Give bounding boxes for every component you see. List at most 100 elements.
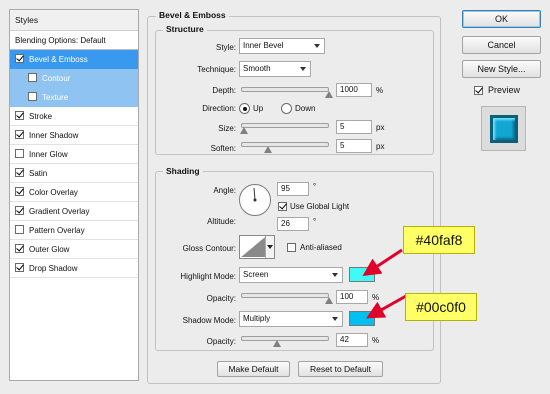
styles-item-checkbox[interactable] — [15, 206, 24, 215]
highlight-opacity-slider-thumb[interactable] — [325, 297, 333, 304]
soften-slider[interactable] — [241, 142, 329, 147]
styles-item-checkbox[interactable] — [28, 73, 37, 82]
reset-to-default-button[interactable]: Reset to Default — [298, 361, 383, 377]
preview-thumbnail — [481, 106, 526, 151]
preview-swatch — [490, 115, 518, 143]
styles-item-label: Contour — [42, 74, 71, 83]
styles-item-checkbox[interactable] — [15, 149, 24, 158]
styles-item-checkbox[interactable] — [15, 263, 24, 272]
shadow-opacity-input[interactable]: 42 — [336, 333, 368, 347]
altitude-label: Altitude: — [207, 217, 236, 226]
technique-select-value: Smooth — [243, 64, 271, 73]
styles-item[interactable]: Contour — [10, 69, 138, 88]
styles-item-checkbox[interactable] — [15, 244, 24, 253]
styles-item-label: Inner Glow — [29, 150, 68, 159]
highlight-opacity-slider[interactable] — [241, 293, 329, 298]
shading-title: Shading — [163, 166, 203, 176]
styles-item-label: Color Overlay — [29, 188, 78, 197]
soften-unit: px — [376, 142, 385, 151]
direction-label: Direction: — [202, 104, 236, 113]
altitude-unit: ° — [313, 217, 317, 226]
chevron-down-icon — [300, 67, 306, 71]
cancel-button[interactable]: Cancel — [462, 36, 541, 54]
direction-down-label[interactable]: Down — [295, 104, 315, 113]
styles-item-checkbox[interactable] — [15, 111, 24, 120]
angle-label: Angle: — [213, 186, 236, 195]
styles-item[interactable]: Outer Glow — [10, 240, 138, 259]
technique-label: Technique: — [197, 65, 236, 74]
bevel-emboss-title: Bevel & Emboss — [156, 10, 229, 20]
styles-item[interactable]: Satin — [10, 164, 138, 183]
styles-item-label: Stroke — [29, 112, 53, 121]
angle-dial-icon[interactable] — [238, 183, 272, 217]
shadow-opacity-unit: % — [372, 336, 380, 345]
styles-item[interactable]: Stroke — [10, 107, 138, 126]
soften-input[interactable]: 5 — [336, 139, 372, 153]
styles-item[interactable]: Drop Shadow — [10, 259, 138, 278]
ok-button[interactable]: OK — [462, 10, 541, 28]
highlight-mode-value: Screen — [243, 270, 269, 279]
styles-item[interactable]: Blending Options: Default — [10, 31, 138, 50]
styles-item-label: Inner Shadow — [29, 131, 79, 140]
styles-item-label: Pattern Overlay — [29, 226, 85, 235]
styles-item[interactable]: Bevel & Emboss — [10, 50, 138, 69]
size-slider[interactable] — [241, 123, 329, 128]
chevron-down-icon — [332, 273, 338, 277]
size-label: Size: — [218, 124, 236, 133]
direction-down-radio[interactable] — [281, 103, 292, 114]
styles-item[interactable]: Inner Glow — [10, 145, 138, 164]
depth-slider-thumb[interactable] — [325, 91, 333, 98]
styles-item-checkbox[interactable] — [15, 168, 24, 177]
styles-item-label: Gradient Overlay — [29, 207, 90, 216]
styles-item-label: Satin — [29, 169, 48, 178]
styles-item[interactable]: Pattern Overlay — [10, 221, 138, 240]
anti-aliased-checkbox[interactable] — [287, 243, 296, 252]
style-label: Style: — [215, 43, 236, 52]
shadow-opacity-slider-thumb[interactable] — [273, 340, 281, 347]
shadow-arrow — [366, 294, 407, 319]
styles-header[interactable]: Styles — [10, 10, 138, 31]
technique-select[interactable]: Smooth — [239, 61, 311, 77]
styles-item[interactable]: Inner Shadow — [10, 126, 138, 145]
use-global-light-label[interactable]: Use Global Light — [290, 202, 349, 211]
styles-item[interactable]: Texture — [10, 88, 138, 107]
gloss-contour-label: Gloss Contour: — [182, 244, 236, 253]
shadow-color-callout: #00c0f0 — [405, 293, 477, 321]
preview-checkbox[interactable] — [474, 86, 483, 95]
chevron-down-icon — [314, 44, 320, 48]
gloss-contour-picker[interactable] — [239, 235, 275, 259]
styles-item[interactable]: Gradient Overlay — [10, 202, 138, 221]
styles-item-checkbox[interactable] — [15, 54, 24, 63]
styles-item[interactable]: Color Overlay — [10, 183, 138, 202]
highlight-mode-select[interactable]: Screen — [239, 267, 343, 283]
size-input[interactable]: 5 — [336, 120, 372, 134]
styles-item-checkbox[interactable] — [15, 187, 24, 196]
styles-item-checkbox[interactable] — [28, 92, 37, 101]
style-select[interactable]: Inner Bevel — [239, 38, 325, 54]
anti-aliased-label[interactable]: Anti-aliased — [300, 243, 342, 252]
shadow-opacity-slider[interactable] — [241, 336, 329, 341]
angle-input[interactable]: 95 — [277, 182, 309, 196]
styles-item-checkbox[interactable] — [15, 130, 24, 139]
depth-input[interactable]: 1000 — [336, 83, 372, 97]
soften-label: Soften: — [210, 144, 236, 153]
styles-item-checkbox[interactable] — [15, 225, 24, 234]
new-style-button[interactable]: New Style... — [462, 60, 541, 78]
style-select-value: Inner Bevel — [243, 41, 284, 50]
use-global-light-checkbox[interactable] — [278, 202, 287, 211]
soften-slider-thumb[interactable] — [264, 146, 272, 153]
altitude-input[interactable]: 26 — [277, 217, 309, 231]
contour-dropdown-icon[interactable] — [265, 236, 274, 258]
depth-slider[interactable] — [241, 87, 329, 92]
highlight-color-callout: #40faf8 — [403, 226, 475, 254]
size-slider-thumb[interactable] — [240, 127, 248, 134]
styles-item-label: Outer Glow — [29, 245, 70, 254]
make-default-button[interactable]: Make Default — [217, 361, 290, 377]
direction-up-label[interactable]: Up — [253, 104, 263, 113]
styles-panel: Styles Blending Options: Default Bevel & … — [9, 9, 139, 381]
preview-label[interactable]: Preview — [488, 85, 520, 95]
direction-up-radio[interactable] — [239, 103, 250, 114]
shadow-mode-select[interactable]: Multiply — [239, 311, 343, 327]
styles-list: Blending Options: Default Bevel & Emboss C… — [10, 31, 138, 278]
styles-item-label: Drop Shadow — [29, 264, 78, 273]
